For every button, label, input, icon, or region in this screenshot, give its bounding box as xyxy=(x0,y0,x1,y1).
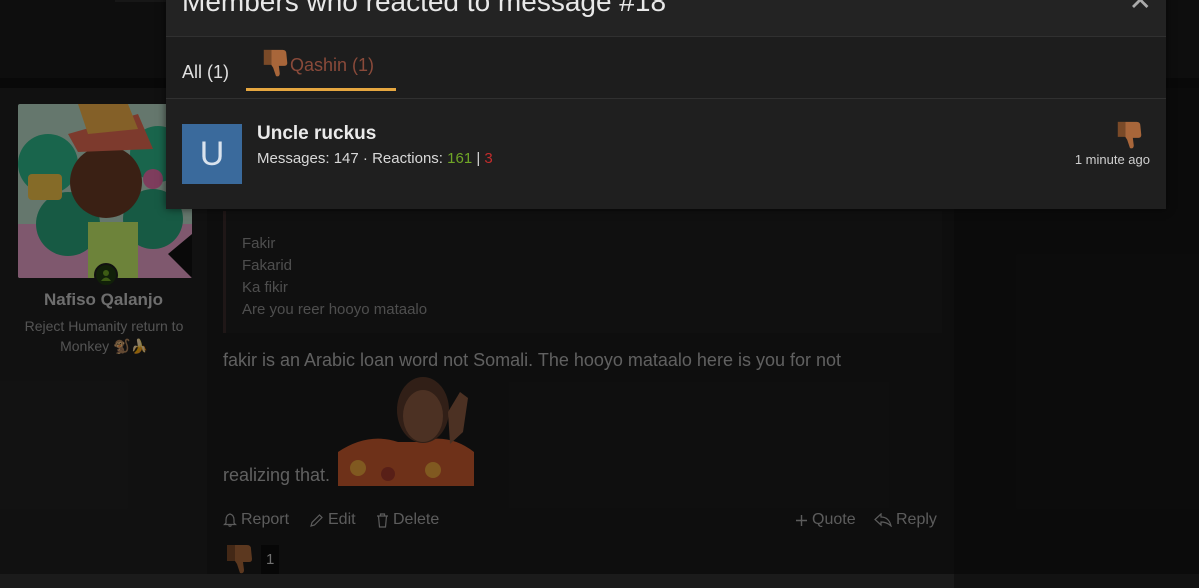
reactions-negative: 3 xyxy=(484,150,493,167)
messages-count: 147 xyxy=(333,150,359,167)
member-avatar[interactable]: U xyxy=(182,124,242,184)
tab-qashin-label: Qashin (1) xyxy=(290,55,375,75)
thumbs-down-icon xyxy=(1114,119,1146,156)
member-name[interactable]: Uncle ruckus xyxy=(257,123,376,145)
reactions-dialog: Members who reacted to message #18 ✕ All… xyxy=(166,0,1166,209)
dialog-title: Members who reacted to message #18 xyxy=(182,0,667,17)
reaction-time: 1 minute ago xyxy=(1074,152,1150,167)
dialog-header: Members who reacted to message #18 ✕ xyxy=(166,0,1166,37)
member-stats: Messages: 147 · Reactions: 161 | 3 xyxy=(257,150,493,167)
reactions-positive: 161 xyxy=(447,150,473,167)
tab-qashin[interactable]: Qashin (1) xyxy=(246,49,396,91)
member-row: U Uncle ruckus Messages: 147 · Reactions… xyxy=(166,99,1166,209)
reactions-separator: | xyxy=(476,150,481,167)
reactions-label: · Reactions: xyxy=(362,150,443,167)
reaction-tabs: All (1) Qashin (1) xyxy=(166,37,1166,99)
tab-all[interactable]: All (1) xyxy=(182,62,229,83)
close-icon[interactable]: ✕ xyxy=(1129,0,1152,17)
messages-label: Messages: xyxy=(257,150,330,167)
thumbs-down-icon xyxy=(260,47,292,84)
